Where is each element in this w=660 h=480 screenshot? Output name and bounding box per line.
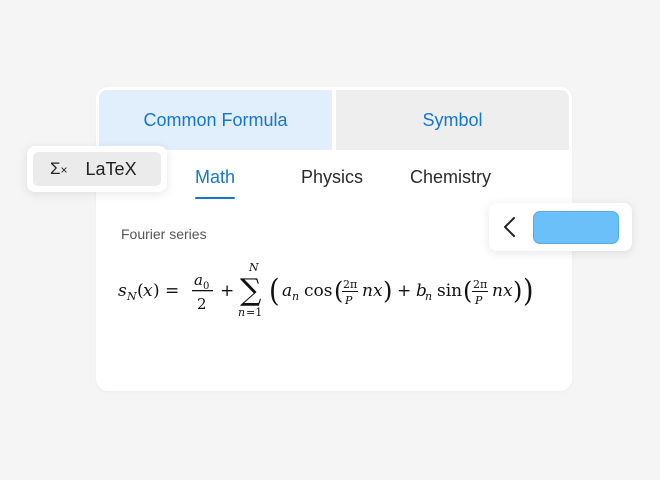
svg-text:a: a bbox=[194, 271, 203, 289]
svg-text:∑: ∑ bbox=[240, 273, 262, 308]
svg-text:sin: sin bbox=[437, 281, 462, 301]
tab-math[interactable]: Math bbox=[195, 167, 236, 199]
svg-text:n: n bbox=[238, 306, 245, 319]
category-tabs: Math Physics Chemistry bbox=[96, 167, 572, 201]
svg-text:=: = bbox=[165, 281, 179, 301]
svg-text:+: + bbox=[397, 281, 411, 301]
svg-text:s: s bbox=[118, 281, 127, 301]
svg-text:): ) bbox=[383, 277, 392, 305]
svg-text:): ) bbox=[523, 272, 534, 308]
active-tab-indicator bbox=[195, 197, 236, 199]
svg-text:n: n bbox=[425, 290, 432, 303]
tab-physics[interactable]: Physics bbox=[301, 167, 363, 188]
tab-math-label: Math bbox=[195, 167, 236, 187]
latex-toolbar: Σ× LaTeX bbox=[27, 146, 167, 192]
svg-text:(: ( bbox=[334, 277, 343, 305]
svg-text:cos: cos bbox=[304, 281, 332, 301]
fourier-series-formula[interactable]: s N ( x ) = a 0 2 + ∑ N n =1 ( a n cos (… bbox=[118, 259, 548, 329]
latex-button-label: LaTeX bbox=[85, 158, 137, 179]
highlight-button[interactable] bbox=[533, 211, 619, 244]
svg-text:N: N bbox=[248, 261, 259, 274]
svg-text:(: ( bbox=[269, 272, 280, 308]
svg-text:2π: 2π bbox=[343, 278, 357, 291]
svg-text:=1: =1 bbox=[246, 306, 262, 319]
svg-text:N: N bbox=[126, 290, 137, 303]
svg-text:2π: 2π bbox=[473, 278, 487, 291]
svg-text:nx: nx bbox=[492, 281, 513, 301]
svg-text:(: ( bbox=[463, 277, 472, 305]
panel-tabs: Common Formula Symbol bbox=[99, 90, 569, 150]
sigma-x-icon: Σ× bbox=[50, 159, 68, 178]
svg-text:P: P bbox=[344, 294, 353, 307]
svg-text:): ) bbox=[153, 281, 160, 301]
svg-text:+: + bbox=[220, 281, 234, 301]
tab-common-formula[interactable]: Common Formula bbox=[99, 90, 332, 150]
chevron-left-icon[interactable] bbox=[501, 215, 519, 239]
formula-title: Fourier series bbox=[121, 226, 207, 242]
svg-text:P: P bbox=[474, 294, 483, 307]
svg-text:x: x bbox=[143, 281, 153, 301]
svg-text:nx: nx bbox=[362, 281, 383, 301]
svg-text:): ) bbox=[513, 277, 522, 305]
navigation-toolbar bbox=[489, 203, 632, 251]
tab-symbol[interactable]: Symbol bbox=[336, 90, 569, 150]
svg-text:n: n bbox=[292, 290, 299, 303]
svg-text:a: a bbox=[282, 281, 292, 301]
svg-text:2: 2 bbox=[197, 295, 207, 313]
latex-button[interactable]: Σ× LaTeX bbox=[33, 152, 161, 186]
tab-chemistry[interactable]: Chemistry bbox=[410, 167, 491, 188]
